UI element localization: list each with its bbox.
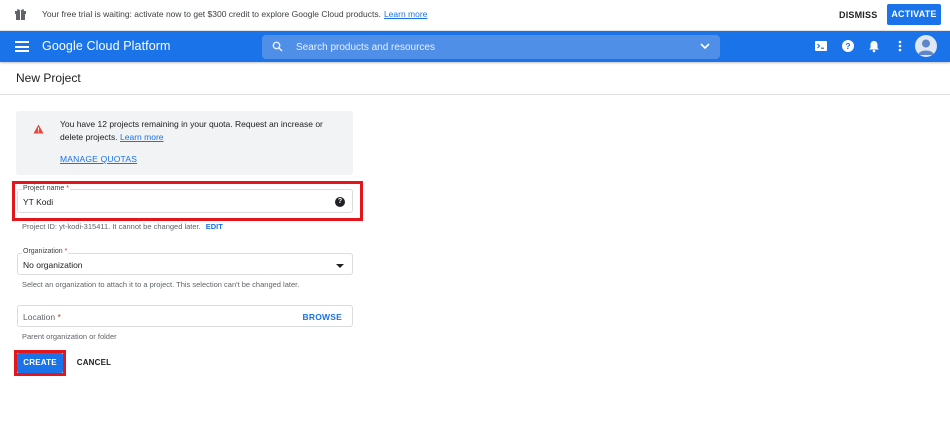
location-helper: Parent organization or folder — [22, 332, 117, 341]
more-vert-icon[interactable] — [893, 39, 907, 53]
menu-icon[interactable] — [15, 41, 29, 52]
project-name-label: Project name * — [22, 185, 70, 192]
organization-label: Organization * — [22, 248, 69, 255]
project-name-value: YT Kodi — [23, 197, 54, 207]
project-name-field[interactable]: Project name * YT Kodi ? — [17, 185, 353, 213]
help-circle-icon[interactable]: ? — [335, 197, 345, 207]
cloud-shell-icon[interactable] — [814, 39, 828, 53]
organization-helper: Select an organization to attach it to a… — [22, 280, 300, 289]
cancel-button[interactable]: CANCEL — [72, 353, 116, 373]
help-icon[interactable]: ? — [841, 39, 855, 53]
warning-icon — [33, 124, 44, 134]
location-label: Location * — [23, 312, 61, 322]
svg-text:?: ? — [845, 41, 850, 51]
activate-button[interactable]: ACTIVATE — [887, 4, 941, 25]
quota-notice: You have 12 projects remaining in your q… — [16, 111, 353, 175]
create-button[interactable]: CREATE — [17, 353, 63, 373]
dropdown-arrow-icon — [336, 264, 344, 268]
trial-message: Your free trial is waiting: activate now… — [42, 9, 428, 19]
manage-quotas-link[interactable]: MANAGE QUOTAS — [60, 154, 137, 164]
organization-select[interactable]: Organization * No organization — [17, 248, 353, 275]
chevron-down-icon[interactable] — [700, 43, 710, 50]
search-icon — [272, 41, 283, 52]
trial-banner: Your free trial is waiting: activate now… — [0, 0, 950, 31]
brand-title[interactable]: Google Cloud Platform — [42, 39, 171, 53]
quota-learn-more-link[interactable]: Learn more — [120, 132, 163, 142]
account-avatar[interactable] — [915, 35, 937, 57]
search-input[interactable] — [296, 40, 686, 54]
dismiss-button[interactable]: DISMISS — [833, 5, 883, 25]
header-divider — [0, 94, 950, 95]
avatar-icon — [918, 39, 934, 55]
browse-button[interactable]: BROWSE — [303, 312, 342, 322]
gift-icon — [15, 9, 26, 20]
search-bar[interactable] — [262, 35, 720, 59]
page-title: New Project — [16, 71, 81, 85]
edit-project-id-link[interactable]: EDIT — [206, 222, 223, 231]
organization-value: No organization — [23, 260, 83, 270]
top-app-bar: Google Cloud Platform ? — [0, 31, 950, 62]
notifications-icon[interactable] — [867, 39, 881, 53]
location-field[interactable]: Location * BROWSE — [17, 305, 353, 327]
quota-message: You have 12 projects remaining in your q… — [60, 119, 323, 142]
trial-learn-more-link[interactable]: Learn more — [384, 9, 427, 19]
project-id-helper: Project ID: yt-kodi-315411. It cannot be… — [22, 222, 223, 231]
